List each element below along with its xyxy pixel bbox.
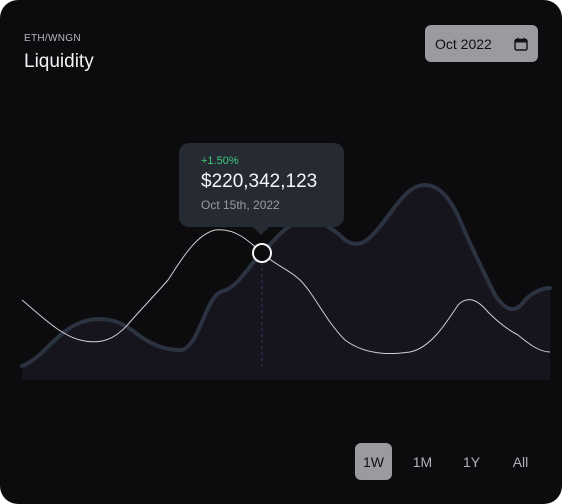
tooltip-value: $220,342,123	[201, 171, 318, 192]
range-tabs: 1W 1M 1Y All	[355, 443, 539, 480]
page-title: Liquidity	[24, 51, 94, 72]
pair-label: ETH/WNGN	[24, 33, 81, 44]
date-picker-button[interactable]: Oct 2022	[425, 25, 538, 62]
date-picker-value: Oct 2022	[435, 35, 492, 52]
hover-point[interactable]	[252, 243, 272, 263]
calendar-icon	[514, 37, 528, 51]
range-tab-1y[interactable]: 1Y	[453, 443, 490, 480]
range-tab-1w[interactable]: 1W	[355, 443, 392, 480]
tooltip-date: Oct 15th, 2022	[201, 198, 280, 212]
range-tab-1m[interactable]: 1M	[404, 443, 441, 480]
liquidity-chart	[20, 182, 552, 380]
value-tooltip: +1.50% $220,342,123 Oct 15th, 2022	[179, 143, 344, 235]
range-tab-all[interactable]: All	[502, 443, 539, 480]
tooltip-change: +1.50%	[201, 155, 239, 167]
liquidity-card: ETH/WNGN Liquidity Oct 2022 +1.50% $220,…	[0, 0, 562, 504]
